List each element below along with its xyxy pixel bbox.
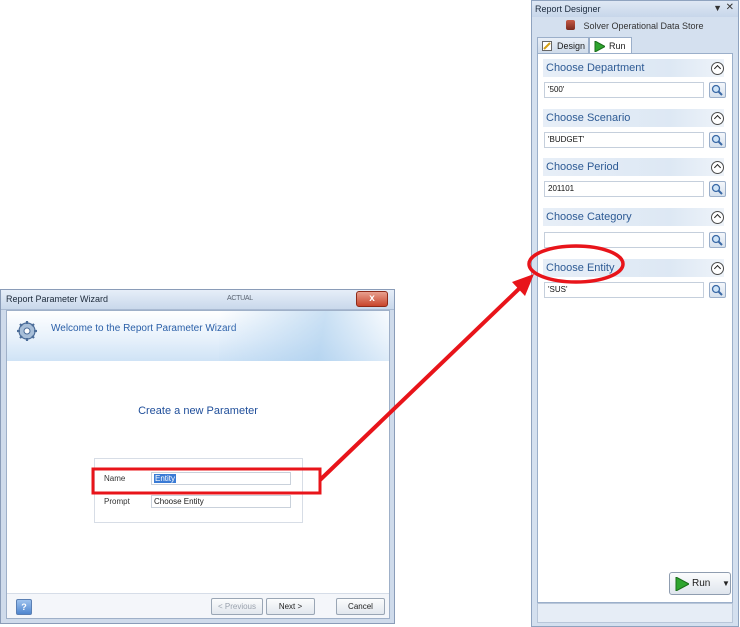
run-parameters-pane: Choose Department '500' Choose Scenario … xyxy=(537,53,733,603)
magnifier-icon xyxy=(711,183,723,195)
magnifier-icon xyxy=(711,284,723,296)
play-icon xyxy=(594,41,605,52)
data-source-label: Solver Operational Data Store xyxy=(532,20,738,31)
entity-lookup-button[interactable] xyxy=(709,282,726,298)
entity-input[interactable]: 'SUS' xyxy=(544,282,704,298)
parameter-header-department: Choose Department xyxy=(543,59,724,77)
report-parameter-wizard-window: Report Parameter Wizard ACTUAL x Welcome… xyxy=(0,289,395,624)
chevron-down-icon[interactable]: ▼ xyxy=(722,579,730,588)
design-icon xyxy=(542,41,552,51)
parameter-header-category: Choose Category xyxy=(543,208,724,226)
wizard-banner: Welcome to the Report Parameter Wizard xyxy=(7,311,389,361)
previous-button[interactable]: < Previous xyxy=(211,598,263,615)
parameter-title: Choose Department xyxy=(546,62,645,74)
department-lookup-button[interactable] xyxy=(709,82,726,98)
wizard-title-center: ACTUAL xyxy=(227,295,253,302)
next-button[interactable]: Next > xyxy=(266,598,315,615)
collapse-chevron-icon[interactable] xyxy=(711,112,724,125)
run-button-label: Run xyxy=(692,578,711,589)
wizard-titlebar: Report Parameter Wizard ACTUAL x xyxy=(1,290,394,310)
wizard-title: Report Parameter Wizard xyxy=(6,294,109,304)
name-field-value: Entity xyxy=(154,474,177,483)
parameter-fields-group: Name Entity Prompt Choose Entity xyxy=(94,458,303,523)
help-button[interactable]: ? xyxy=(16,599,32,615)
period-lookup-button[interactable] xyxy=(709,181,726,197)
department-input[interactable]: '500' xyxy=(544,82,704,98)
parameter-header-period: Choose Period xyxy=(543,158,724,176)
designer-status-bar xyxy=(537,603,733,623)
tab-run-label: Run xyxy=(609,41,626,51)
name-label: Name xyxy=(104,474,126,483)
designer-title: Report Designer xyxy=(535,4,601,14)
designer-close-icon[interactable]: ✕ xyxy=(726,2,734,13)
category-lookup-button[interactable] xyxy=(709,232,726,248)
run-button[interactable]: Run ▼ xyxy=(669,572,731,595)
parameter-title: Choose Entity xyxy=(546,262,615,274)
parameter-title: Choose Category xyxy=(546,211,632,223)
tab-design[interactable]: Design xyxy=(537,37,589,53)
data-source-name: Solver Operational Data Store xyxy=(583,21,704,31)
category-input[interactable] xyxy=(544,232,704,248)
panel-menu-icon[interactable]: ▼ xyxy=(713,3,722,13)
parameter-title: Choose Period xyxy=(546,161,619,173)
collapse-chevron-icon[interactable] xyxy=(711,211,724,224)
name-field[interactable]: Entity xyxy=(151,472,291,485)
magnifier-icon xyxy=(711,134,723,146)
magnifier-icon xyxy=(711,234,723,246)
collapse-chevron-icon[interactable] xyxy=(711,62,724,75)
period-input[interactable]: 201101 xyxy=(544,181,704,197)
cancel-button[interactable]: Cancel xyxy=(336,598,385,615)
collapse-chevron-icon[interactable] xyxy=(711,161,724,174)
scenario-lookup-button[interactable] xyxy=(709,132,726,148)
wizard-footer: ? < Previous Next > Cancel xyxy=(7,593,389,618)
prompt-field[interactable]: Choose Entity xyxy=(151,495,291,508)
parameter-header-scenario: Choose Scenario xyxy=(543,109,724,127)
prompt-label: Prompt xyxy=(104,497,130,506)
scenario-input[interactable]: 'BUDGET' xyxy=(544,132,704,148)
wizard-heading: Create a new Parameter xyxy=(138,405,258,417)
collapse-chevron-icon[interactable] xyxy=(711,262,724,275)
parameter-title: Choose Scenario xyxy=(546,112,631,124)
magnifier-icon xyxy=(711,84,723,96)
wizard-close-button[interactable]: x xyxy=(356,291,388,307)
tab-run[interactable]: Run xyxy=(589,37,632,54)
gear-icon xyxy=(17,321,37,341)
wizard-body: Welcome to the Report Parameter Wizard C… xyxy=(6,310,390,619)
database-icon xyxy=(566,20,576,30)
designer-titlebar: Report Designer ▼ ✕ xyxy=(532,1,738,17)
tab-design-label: Design xyxy=(557,41,586,51)
parameter-header-entity: Choose Entity xyxy=(543,259,724,277)
wizard-welcome-text: Welcome to the Report Parameter Wizard xyxy=(51,323,237,334)
report-designer-panel: Report Designer ▼ ✕ Solver Operational D… xyxy=(531,0,739,627)
play-icon xyxy=(675,577,689,591)
